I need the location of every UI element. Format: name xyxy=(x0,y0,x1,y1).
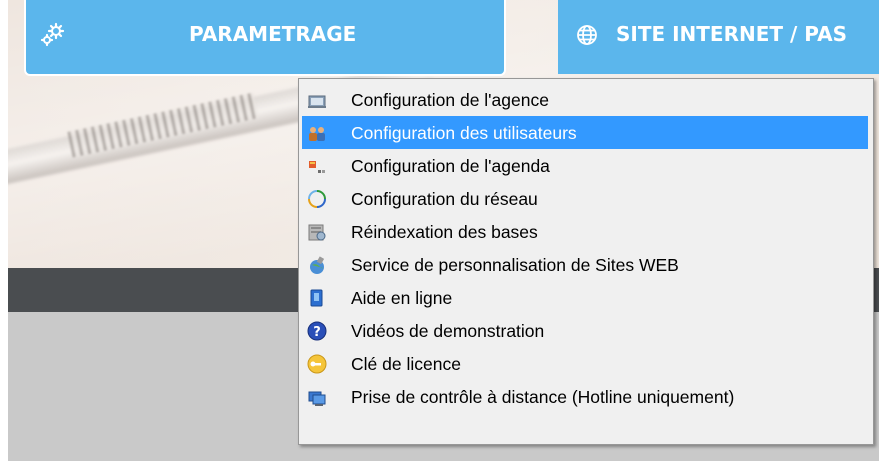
menu-label: Réindexation des bases xyxy=(351,222,538,242)
svg-text:?: ? xyxy=(313,325,321,340)
menu-label: Configuration de l'agenda xyxy=(351,156,550,176)
help-book-icon xyxy=(310,289,323,307)
gears-icon xyxy=(40,22,65,47)
menu-label: Service de personnalisation de Sites WEB xyxy=(351,255,679,275)
parametrage-dropdown-menu: Configuration de l'agence Configuration … xyxy=(298,78,874,445)
menu-label: Clé de licence xyxy=(351,354,461,374)
menu-item-agenda-config[interactable]: Configuration de l'agenda xyxy=(302,149,868,182)
menu-item-remote-control[interactable]: Prise de contrôle à distance (Hotline un… xyxy=(302,380,868,413)
agenda-icon xyxy=(309,161,325,173)
menu-label: Vidéos de demonstration xyxy=(351,321,545,341)
question-icon: ? xyxy=(307,321,327,341)
network-refresh-icon xyxy=(308,190,326,208)
menu-item-users-config[interactable]: Configuration des utilisateurs xyxy=(302,116,868,149)
menu-label: Configuration du réseau xyxy=(351,189,538,209)
menu-item-agency-config[interactable]: Configuration de l'agence xyxy=(302,83,868,116)
menu-item-demo-videos[interactable]: ? Vidéos de demonstration xyxy=(302,314,868,347)
database-reindex-icon xyxy=(308,224,326,241)
menu-label: Aide en ligne xyxy=(351,288,453,308)
left-edge xyxy=(0,0,8,461)
menu-item-license-key[interactable]: Clé de licence xyxy=(302,347,868,380)
menu-item-online-help[interactable]: Aide en ligne xyxy=(302,281,868,314)
tab-label-parametrage: PARAMETRAGE xyxy=(189,22,357,46)
remote-control-icon xyxy=(308,391,326,406)
menu-label: Configuration des utilisateurs xyxy=(351,123,577,143)
users-icon xyxy=(309,127,325,141)
menu-item-website-service[interactable]: Service de personnalisation de Sites WEB xyxy=(302,248,868,281)
globe-icon xyxy=(577,25,597,45)
agency-config-icon xyxy=(308,95,326,108)
menu-item-network-config[interactable]: Configuration du réseau xyxy=(302,182,868,215)
tab-label-site-internet: SITE INTERNET / PAS xyxy=(616,22,847,46)
menu-item-reindex[interactable]: Réindexation des bases xyxy=(302,215,868,248)
website-service-icon xyxy=(310,256,325,274)
tab-parametrage[interactable]: PARAMETRAGE xyxy=(24,0,506,76)
menu-label: Configuration de l'agence xyxy=(351,90,549,110)
menu-label: Prise de contrôle à distance (Hotline un… xyxy=(351,387,735,407)
key-icon xyxy=(307,354,327,374)
tab-site-internet[interactable]: SITE INTERNET / PAS xyxy=(558,0,879,74)
